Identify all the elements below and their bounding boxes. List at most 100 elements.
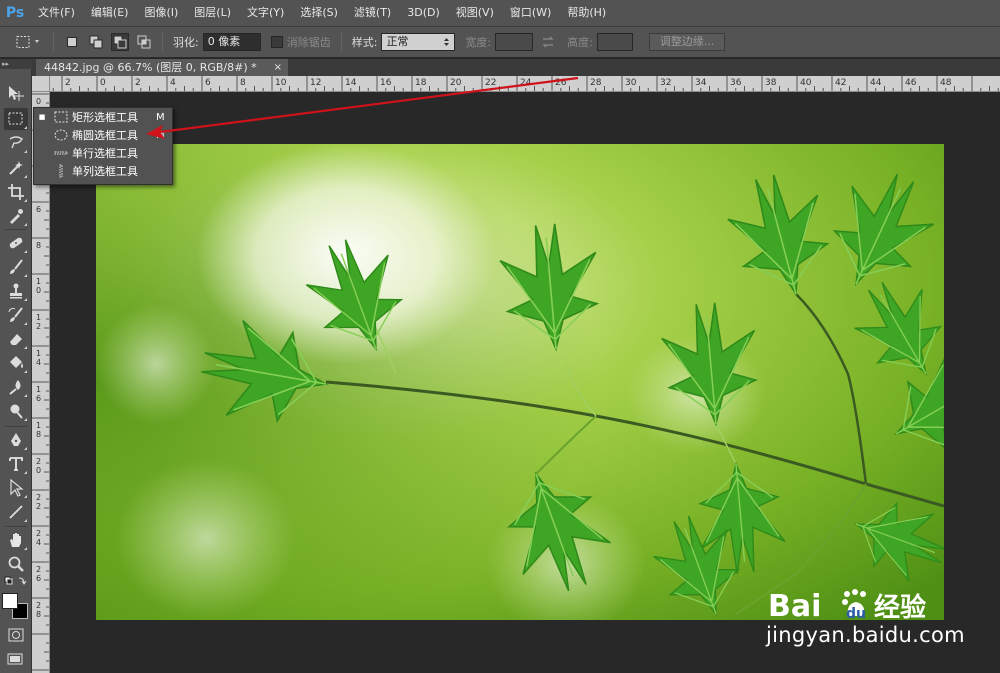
ruler-label: 20: [450, 78, 462, 88]
menu-type[interactable]: 文字(Y): [239, 0, 292, 26]
ruler-label: 1: [36, 277, 41, 286]
clone-stamp-tool[interactable]: [4, 280, 28, 302]
quick-mask-button[interactable]: [4, 624, 28, 646]
swap-dimensions-button[interactable]: [539, 33, 557, 51]
menu-image[interactable]: 图像(I): [136, 0, 186, 26]
ruler-label: 6: [205, 78, 211, 88]
brush-icon: [10, 259, 23, 274]
document-tab-bar: 44842.jpg @ 66.7% (图层 0, RGB/8#) * ×: [32, 59, 1000, 76]
flyout-item-ellipse-marquee[interactable]: 椭圆选框工具 M: [34, 126, 172, 144]
height-input[interactable]: [596, 33, 633, 51]
ruler-label: 36: [730, 78, 742, 88]
flyout-item-single-row-marquee[interactable]: 单行选框工具: [34, 144, 172, 162]
default-colors-button[interactable]: [4, 574, 28, 590]
menu-help[interactable]: 帮助(H): [559, 0, 614, 26]
intersect-selection-icon: [137, 35, 151, 49]
menu-layer[interactable]: 图层(L): [186, 0, 239, 26]
ruler-label: 24: [520, 78, 532, 88]
marquee-tool[interactable]: [4, 108, 28, 130]
menu-window[interactable]: 窗口(W): [502, 0, 559, 26]
panel-collapse-toggle[interactable]: ▸▸: [0, 59, 32, 69]
menu-file[interactable]: 文件(F): [30, 0, 83, 26]
pen-icon: [11, 433, 21, 446]
ruler-label: 34: [695, 78, 707, 88]
ruler-origin[interactable]: [32, 76, 50, 92]
eyedropper-icon: [10, 209, 23, 224]
ruler-label: 8: [240, 78, 246, 88]
ruler-label: 2: [36, 322, 41, 331]
ruler-label: 8: [36, 241, 41, 250]
zoom-tool[interactable]: [4, 553, 28, 575]
line-icon: [9, 505, 23, 519]
style-label: 样式:: [351, 36, 378, 49]
document-tab[interactable]: 44842.jpg @ 66.7% (图层 0, RGB/8#) * ×: [36, 59, 288, 76]
move-icon: [9, 86, 24, 101]
horizontal-ruler[interactable]: 2 0 2 4 6 8 10 12 14 16 18 20 22 24 26 28 30 32 34 36 38 40 42…: [50, 76, 1000, 92]
photoshop-logo: Ps: [5, 5, 25, 21]
ruler-label: 16: [380, 78, 392, 88]
flyout-item-rect-marquee[interactable]: ■ 矩形选框工具 M: [34, 108, 172, 126]
healing-brush-tool[interactable]: [4, 232, 28, 254]
foreground-color-swatch[interactable]: [2, 593, 18, 609]
blur-tool[interactable]: [4, 376, 28, 398]
updown-chevron-icon: [444, 38, 450, 46]
ruler-label: 2: [65, 78, 71, 88]
ruler-label: 4: [36, 358, 41, 367]
subtract-selection-icon: [113, 35, 127, 49]
pen-tool[interactable]: [4, 429, 28, 451]
dodge-icon: [10, 404, 23, 419]
feather-input[interactable]: 0 像素: [202, 33, 261, 51]
color-swatches[interactable]: [2, 593, 28, 619]
ruler-label: 0: [100, 78, 106, 88]
menu-view[interactable]: 视图(V): [448, 0, 502, 26]
intersect-selection-button[interactable]: [135, 33, 153, 51]
ruler-label: 6: [36, 394, 41, 403]
menu-edit[interactable]: 编辑(E): [83, 0, 137, 26]
ruler-label: 18: [415, 78, 427, 88]
ruler-label: 46: [905, 78, 917, 88]
eyedropper-tool[interactable]: [4, 205, 28, 227]
screen-mode-button[interactable]: [4, 648, 28, 670]
line-tool[interactable]: [4, 501, 28, 523]
magic-wand-tool[interactable]: [4, 157, 28, 179]
history-brush-tool[interactable]: [4, 304, 28, 326]
ruler-label: 48: [940, 78, 952, 88]
new-selection-button[interactable]: [63, 33, 81, 51]
crop-icon: [8, 184, 24, 200]
style-select[interactable]: 正常: [381, 33, 456, 51]
height-label: 高度:: [567, 36, 593, 49]
ruler-label: 44: [870, 78, 882, 88]
dodge-tool[interactable]: [4, 400, 28, 422]
menu-3d[interactable]: 3D(D): [399, 0, 448, 26]
ruler-label: 40: [800, 78, 812, 88]
divider: [5, 526, 27, 527]
type-tool[interactable]: [4, 453, 28, 475]
hand-tool[interactable]: [4, 529, 28, 551]
menu-filter[interactable]: 滤镜(T): [346, 0, 399, 26]
eraser-tool[interactable]: [4, 328, 28, 350]
single-column-marquee-icon: [50, 164, 72, 178]
document-image[interactable]: [96, 144, 944, 620]
ruler-label: 10: [275, 78, 287, 88]
move-tool[interactable]: [4, 83, 28, 105]
close-icon[interactable]: ×: [274, 59, 282, 76]
ruler-label: 38: [765, 78, 777, 88]
ruler-label: 2: [36, 457, 41, 466]
subtract-from-selection-button[interactable]: [111, 33, 129, 51]
tool-preset-picker[interactable]: [14, 33, 44, 51]
path-selection-tool[interactable]: [4, 477, 28, 499]
flyout-item-label: 单列选框工具: [72, 165, 138, 178]
width-input[interactable]: [495, 33, 534, 51]
lasso-tool[interactable]: [4, 132, 28, 154]
refine-edge-button[interactable]: 调整边缘...: [648, 33, 726, 51]
menu-select[interactable]: 选择(S): [292, 0, 346, 26]
paint-bucket-tool[interactable]: [4, 352, 28, 374]
flyout-item-single-column-marquee[interactable]: 单列选框工具: [34, 162, 172, 180]
antialias-label: 消除锯齿: [286, 36, 331, 49]
ellipse-marquee-icon: [50, 128, 72, 142]
crop-tool[interactable]: [4, 181, 28, 203]
brush-tool[interactable]: [4, 256, 28, 278]
width-label: 宽度:: [465, 36, 492, 49]
add-to-selection-button[interactable]: [87, 33, 105, 51]
antialias-checkbox[interactable]: [270, 36, 283, 48]
